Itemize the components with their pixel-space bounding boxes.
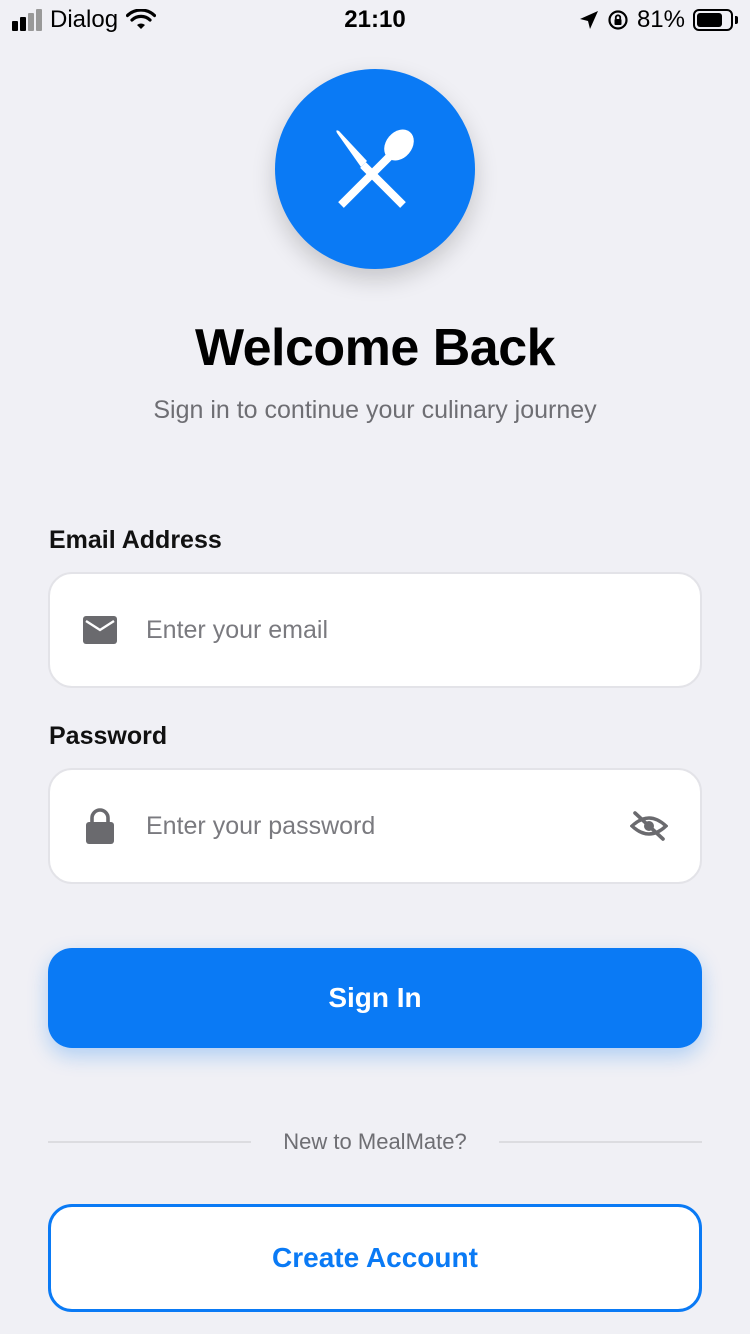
fork-knife-crossed-icon (336, 129, 414, 208)
divider: New to MealMate? (48, 1126, 703, 1158)
lock-icon (82, 807, 118, 845)
email-input[interactable] (146, 615, 668, 645)
page-title: Welcome Back (194, 319, 556, 377)
carrier-name: Dialog (50, 6, 119, 33)
password-label: Password (49, 722, 168, 750)
envelope-icon (82, 615, 118, 645)
password-input[interactable] (146, 811, 630, 841)
divider-line-left (48, 1141, 252, 1143)
battery-charging-icon (693, 9, 738, 31)
orientation-lock-icon (607, 9, 629, 31)
status-bar-left: Dialog (12, 6, 157, 34)
create-account-button[interactable]: Create Account (48, 1204, 702, 1312)
divider-line-right (498, 1141, 703, 1143)
email-field[interactable] (48, 572, 702, 688)
signal-icon (12, 9, 42, 31)
password-field[interactable] (48, 768, 702, 884)
location-arrow-icon (579, 10, 599, 30)
eye-slash-icon[interactable] (630, 810, 668, 842)
sign-in-button[interactable]: Sign In (48, 948, 702, 1048)
email-label: Email Address (49, 526, 222, 554)
wifi-icon (126, 9, 157, 31)
divider-text: New to MealMate? (283, 1129, 467, 1154)
page-subtitle: Sign in to continue your culinary journe… (153, 396, 597, 424)
status-bar-right: 81% (579, 6, 738, 34)
status-bar: Dialog 21:10 81% (0, 0, 750, 40)
app-logo (275, 69, 475, 269)
battery-percent: 81% (636, 6, 685, 33)
